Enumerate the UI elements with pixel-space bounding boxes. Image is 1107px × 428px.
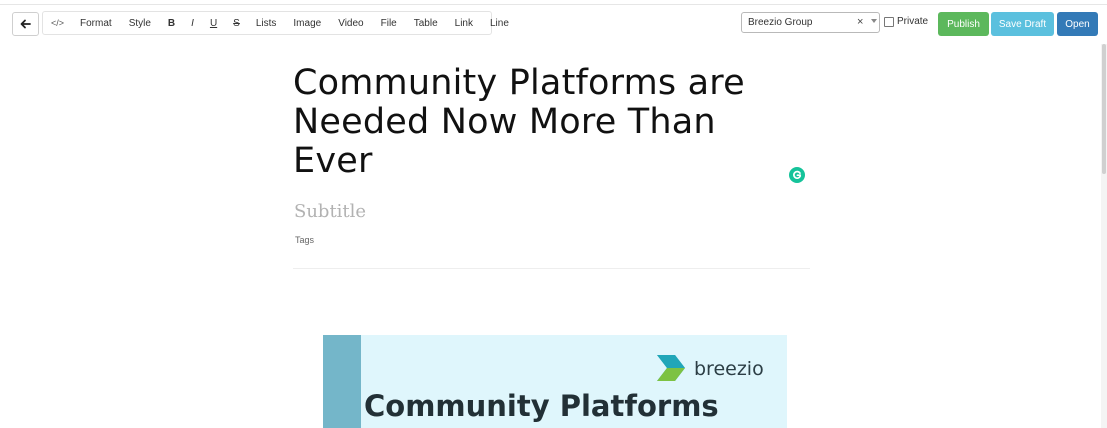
group-select[interactable]: Breezio Group ×: [741, 12, 880, 33]
subtitle-input[interactable]: Subtitle: [294, 201, 366, 222]
grammarly-icon[interactable]: [789, 167, 805, 183]
editor-toolbar: </> Format Style B I U S Lists Image Vid…: [42, 11, 509, 35]
style-button[interactable]: Style: [129, 18, 151, 29]
back-button[interactable]: [12, 12, 39, 36]
cover-image[interactable]: breezio Community Platforms: [323, 335, 787, 428]
bold-button[interactable]: B: [168, 18, 175, 29]
tags-input[interactable]: Tags: [295, 235, 314, 245]
cover-headline: Community Platforms: [364, 389, 719, 423]
chevron-down-icon[interactable]: [871, 19, 877, 23]
publish-button[interactable]: Publish: [938, 12, 989, 36]
top-border: [0, 4, 1107, 5]
breezio-logo-icon: [657, 355, 685, 381]
private-label: Private: [897, 16, 929, 27]
private-toggle[interactable]: Private: [884, 16, 928, 27]
cover-stripe: [323, 335, 361, 428]
italic-button[interactable]: I: [191, 18, 194, 29]
image-button[interactable]: Image: [293, 18, 321, 29]
save-draft-button[interactable]: Save Draft: [991, 12, 1054, 36]
underline-button[interactable]: U: [210, 18, 217, 29]
strikethrough-button[interactable]: S: [233, 18, 240, 29]
post-title[interactable]: Community Platforms are Needed Now More …: [293, 64, 793, 181]
table-button[interactable]: Table: [414, 18, 438, 29]
link-button[interactable]: Link: [455, 18, 473, 29]
lists-button[interactable]: Lists: [256, 18, 277, 29]
open-button[interactable]: Open: [1057, 12, 1098, 36]
cover-logo-text: breezio: [694, 358, 764, 380]
file-button[interactable]: File: [381, 18, 397, 29]
source-code-button[interactable]: </>: [51, 18, 64, 28]
private-checkbox[interactable]: [884, 16, 894, 27]
back-arrow-icon: [20, 19, 31, 29]
group-select-clear-button[interactable]: ×: [857, 16, 863, 28]
format-button[interactable]: Format: [80, 18, 112, 29]
line-button[interactable]: Line: [490, 18, 509, 29]
video-button[interactable]: Video: [338, 18, 363, 29]
divider: [293, 268, 810, 269]
group-select-value: Breezio Group: [748, 17, 813, 28]
scrollbar-thumb[interactable]: [1102, 44, 1106, 174]
